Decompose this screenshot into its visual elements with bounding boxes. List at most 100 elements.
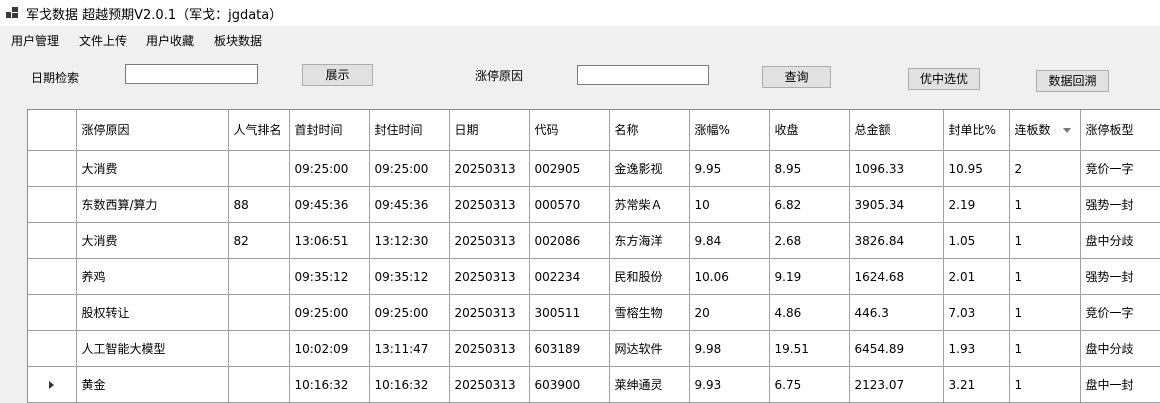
cell-date[interactable]: 20250313 bbox=[449, 150, 530, 187]
cell-code[interactable]: 300511 bbox=[529, 294, 610, 331]
cell-consecutive-boards[interactable]: 1 bbox=[1009, 222, 1081, 259]
column-header-seal-ratio[interactable]: 封单比% bbox=[943, 110, 1010, 151]
cell-consecutive-boards[interactable]: 2 bbox=[1009, 150, 1081, 187]
cell-total-amount[interactable]: 1096.33 bbox=[849, 150, 944, 187]
cell-date[interactable]: 20250313 bbox=[449, 366, 530, 403]
cell-close[interactable]: 6.75 bbox=[769, 366, 850, 403]
cell-limit-reason[interactable]: 东数西算/算力 bbox=[76, 186, 229, 223]
cell-close[interactable]: 2.68 bbox=[769, 222, 850, 259]
cell-change-pct[interactable]: 9.95 bbox=[689, 150, 770, 187]
cell-code[interactable]: 002086 bbox=[529, 222, 610, 259]
row-header[interactable] bbox=[28, 258, 77, 295]
column-header-seal-time[interactable]: 封住时间 bbox=[369, 110, 450, 151]
cell-seal-ratio[interactable]: 2.01 bbox=[943, 258, 1010, 295]
cell-seal-time[interactable]: 09:25:00 bbox=[369, 150, 450, 187]
cell-popularity-rank[interactable]: 88 bbox=[228, 186, 290, 223]
row-header[interactable] bbox=[28, 150, 77, 187]
cell-total-amount[interactable]: 3826.84 bbox=[849, 222, 944, 259]
cell-total-amount[interactable]: 446.3 bbox=[849, 294, 944, 331]
data-backtrack-button[interactable]: 数据回溯 bbox=[1036, 70, 1109, 92]
column-header-first-seal-time[interactable]: 首封时间 bbox=[289, 110, 370, 151]
cell-total-amount[interactable]: 6454.89 bbox=[849, 330, 944, 367]
cell-change-pct[interactable]: 10.06 bbox=[689, 258, 770, 295]
column-header-code[interactable]: 代码 bbox=[529, 110, 610, 151]
column-header-change-pct[interactable]: 涨幅% bbox=[689, 110, 770, 151]
menu-item-sector-data[interactable]: 板块数据 bbox=[214, 32, 262, 49]
cell-board-type[interactable]: 强势一封 bbox=[1080, 258, 1160, 295]
cell-seal-time[interactable]: 13:11:47 bbox=[369, 330, 450, 367]
column-header-close[interactable]: 收盘 bbox=[769, 110, 850, 151]
cell-seal-ratio[interactable]: 3.21 bbox=[943, 366, 1010, 403]
cell-first-seal-time[interactable]: 10:02:09 bbox=[289, 330, 370, 367]
cell-close[interactable]: 4.86 bbox=[769, 294, 850, 331]
cell-date[interactable]: 20250313 bbox=[449, 294, 530, 331]
table-row[interactable]: 人工智能大模型 10:02:09 13:11:47 20250313 603189 网达软… bbox=[28, 330, 1160, 367]
cell-popularity-rank[interactable] bbox=[228, 294, 290, 331]
column-header-limit-reason[interactable]: 涨停原因 bbox=[76, 110, 229, 151]
date-search-input[interactable] bbox=[125, 64, 258, 84]
cell-seal-time[interactable]: 10:16:32 bbox=[369, 366, 450, 403]
cell-date[interactable]: 20250313 bbox=[449, 258, 530, 295]
cell-limit-reason[interactable]: 黄金 bbox=[76, 366, 229, 403]
row-header[interactable] bbox=[28, 330, 77, 367]
column-header-date[interactable]: 日期 bbox=[449, 110, 530, 151]
show-button[interactable]: 展示 bbox=[302, 64, 373, 86]
cell-seal-ratio[interactable]: 10.95 bbox=[943, 150, 1010, 187]
cell-first-seal-time[interactable]: 10:16:32 bbox=[289, 366, 370, 403]
pick-best-button[interactable]: 优中选优 bbox=[908, 68, 980, 90]
cell-change-pct[interactable]: 10 bbox=[689, 186, 770, 223]
cell-board-type[interactable]: 盘中一封 bbox=[1080, 366, 1160, 403]
cell-consecutive-boards[interactable]: 1 bbox=[1009, 258, 1081, 295]
cell-name[interactable]: 莱绅通灵 bbox=[609, 366, 690, 403]
cell-board-type[interactable]: 盘中分歧 bbox=[1080, 330, 1160, 367]
cell-board-type[interactable]: 竞价一字 bbox=[1080, 150, 1160, 187]
cell-code[interactable]: 002905 bbox=[529, 150, 610, 187]
table-row[interactable]: 大消费 82 13:06:51 13:12:30 20250313 002086 东方海洋 9… bbox=[28, 222, 1160, 259]
menu-item-user-favorites[interactable]: 用户收藏 bbox=[146, 32, 194, 49]
row-header[interactable] bbox=[28, 222, 77, 259]
cell-change-pct[interactable]: 9.98 bbox=[689, 330, 770, 367]
cell-popularity-rank[interactable] bbox=[228, 330, 290, 367]
cell-popularity-rank[interactable] bbox=[228, 366, 290, 403]
cell-board-type[interactable]: 竞价一字 bbox=[1080, 294, 1160, 331]
cell-board-type[interactable]: 盘中分歧 bbox=[1080, 222, 1160, 259]
cell-limit-reason[interactable]: 养鸡 bbox=[76, 258, 229, 295]
table-row[interactable]: 东数西算/算力 88 09:45:36 09:45:36 20250313 000570 苏… bbox=[28, 186, 1160, 223]
cell-name[interactable]: 雪榕生物 bbox=[609, 294, 690, 331]
cell-code[interactable]: 603189 bbox=[529, 330, 610, 367]
cell-name[interactable]: 东方海洋 bbox=[609, 222, 690, 259]
query-button[interactable]: 查询 bbox=[762, 66, 831, 88]
column-header-total-amount[interactable]: 总金额 bbox=[849, 110, 944, 151]
cell-popularity-rank[interactable]: 82 bbox=[228, 222, 290, 259]
cell-close[interactable]: 8.95 bbox=[769, 150, 850, 187]
table-row[interactable]: 大消费 09:25:00 09:25:00 20250313 002905 金逸影视 9.9… bbox=[28, 150, 1160, 187]
cell-consecutive-boards[interactable]: 1 bbox=[1009, 294, 1081, 331]
cell-seal-time[interactable]: 09:45:36 bbox=[369, 186, 450, 223]
cell-code[interactable]: 002234 bbox=[529, 258, 610, 295]
row-header[interactable] bbox=[28, 186, 77, 223]
cell-name[interactable]: 网达软件 bbox=[609, 330, 690, 367]
cell-board-type[interactable]: 强势一封 bbox=[1080, 186, 1160, 223]
table-row[interactable]: 养鸡 09:35:12 09:35:12 20250313 002234 民和股份 10.0… bbox=[28, 258, 1160, 295]
column-header-name[interactable]: 名称 bbox=[609, 110, 690, 151]
cell-name[interactable]: 民和股份 bbox=[609, 258, 690, 295]
table-row[interactable]: 股权转让 09:25:00 09:25:00 20250313 300511 雪榕生物 20… bbox=[28, 294, 1160, 331]
cell-seal-ratio[interactable]: 7.03 bbox=[943, 294, 1010, 331]
cell-consecutive-boards[interactable]: 1 bbox=[1009, 366, 1081, 403]
cell-close[interactable]: 6.82 bbox=[769, 186, 850, 223]
cell-code[interactable]: 000570 bbox=[529, 186, 610, 223]
cell-seal-time[interactable]: 09:35:12 bbox=[369, 258, 450, 295]
cell-first-seal-time[interactable]: 09:45:36 bbox=[289, 186, 370, 223]
cell-seal-ratio[interactable]: 1.05 bbox=[943, 222, 1010, 259]
cell-seal-time[interactable]: 09:25:00 bbox=[369, 294, 450, 331]
cell-name[interactable]: 苏常柴Ａ bbox=[609, 186, 690, 223]
cell-consecutive-boards[interactable]: 1 bbox=[1009, 186, 1081, 223]
cell-date[interactable]: 20250313 bbox=[449, 222, 530, 259]
cell-date[interactable]: 20250313 bbox=[449, 186, 530, 223]
cell-code[interactable]: 603900 bbox=[529, 366, 610, 403]
cell-change-pct[interactable]: 9.84 bbox=[689, 222, 770, 259]
cell-change-pct[interactable]: 9.93 bbox=[689, 366, 770, 403]
menu-item-user-management[interactable]: 用户管理 bbox=[11, 32, 59, 49]
cell-popularity-rank[interactable] bbox=[228, 150, 290, 187]
cell-limit-reason[interactable]: 人工智能大模型 bbox=[76, 330, 229, 367]
